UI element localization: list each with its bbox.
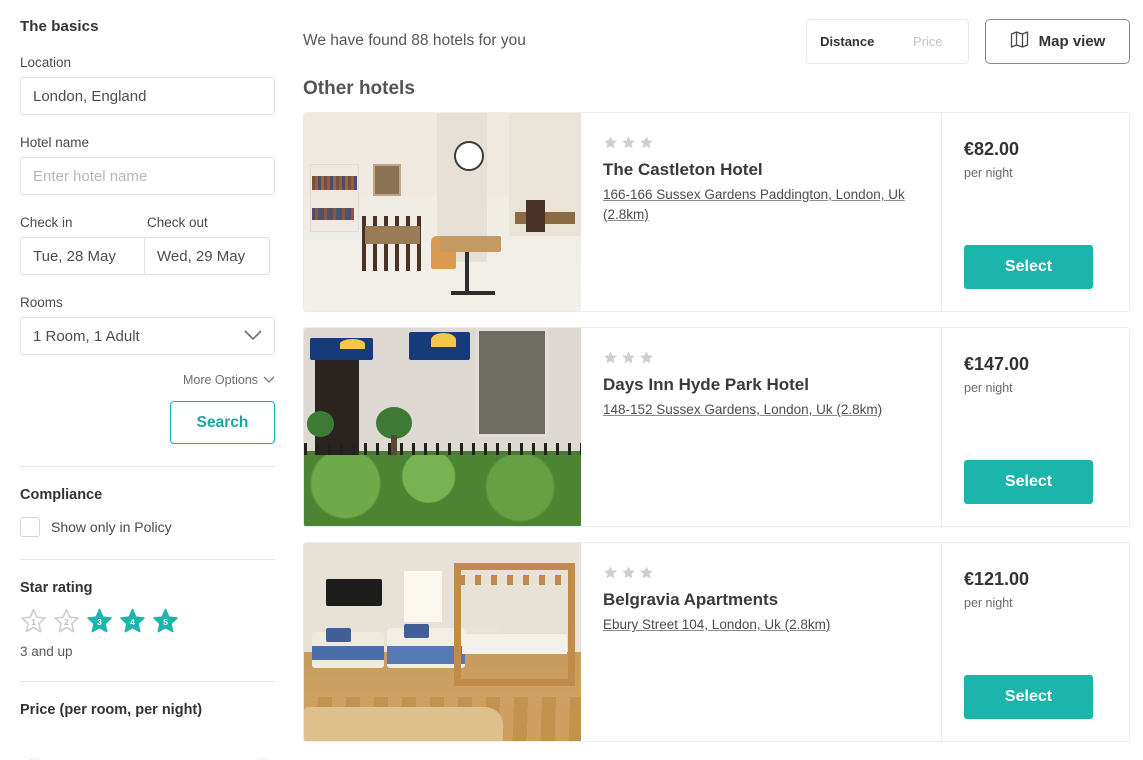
- sort-option-distance[interactable]: Distance: [807, 34, 888, 49]
- star-rating-caption: 3 and up: [20, 644, 73, 659]
- check-in-input[interactable]: Tue, 28 May: [20, 237, 146, 275]
- days-inn-building-exterior-image: [304, 328, 581, 526]
- star-rating-title: Star rating: [20, 580, 93, 596]
- hotel-name: The Castleton Hotel: [603, 160, 763, 179]
- hotel-price-panel: €121.00 per night Select: [941, 543, 1129, 741]
- price-range-slider[interactable]: [20, 746, 275, 760]
- more-options-label: More Options: [182, 373, 258, 387]
- sort-toggle-group[interactable]: Distance Price: [806, 18, 969, 64]
- hotel-dining-room-interior-image: [304, 113, 581, 311]
- star-icon: [639, 350, 654, 370]
- location-label: Location: [20, 55, 72, 70]
- hotel-price-panel: €147.00 per night Select: [941, 328, 1129, 526]
- hotel-price-unit: per night: [964, 381, 1013, 395]
- hotel-price: €121.00: [964, 569, 1030, 589]
- hotel-info: Days Inn Hyde Park Hotel 148-152 Sussex …: [581, 328, 941, 526]
- hotel-address-link[interactable]: Ebury Street 104, London, Uk (2.8km): [603, 615, 830, 635]
- show-only-in-policy-label: Show only in Policy: [51, 519, 172, 535]
- hotel-price-panel: €82.00 per night Select: [941, 113, 1129, 311]
- chevron-down-icon: [244, 328, 262, 345]
- hotel-card[interactable]: The Castleton Hotel 166-166 Sussex Garde…: [303, 112, 1130, 312]
- hotel-photo: [304, 328, 581, 526]
- star-icon: [639, 135, 654, 155]
- star-icon: [621, 565, 636, 585]
- divider-price: [20, 681, 275, 682]
- filters-sidebar: The basics Location Hotel name Check in …: [0, 0, 290, 760]
- star-icon: [603, 350, 618, 370]
- select-button[interactable]: Select: [964, 245, 1093, 289]
- svg-text:1: 1: [31, 617, 36, 627]
- divider-star-rating: [20, 559, 275, 560]
- svg-text:3: 3: [97, 617, 102, 627]
- hotel-price: €147.00: [964, 354, 1030, 374]
- star-filter-1-icon[interactable]: 1: [20, 608, 47, 634]
- map-view-button[interactable]: Map view: [985, 18, 1130, 64]
- svg-text:5: 5: [163, 617, 168, 627]
- hotel-star-rating: [603, 135, 941, 155]
- select-button[interactable]: Select: [964, 460, 1093, 504]
- date-inputs-row: Tue, 28 May Wed, 29 May: [20, 237, 270, 275]
- hotel-price-unit: per night: [964, 166, 1013, 180]
- hotel-photo: [304, 113, 581, 311]
- select-button[interactable]: Select: [964, 675, 1093, 719]
- sort-option-price[interactable]: Price: [888, 34, 969, 49]
- svg-text:2: 2: [64, 617, 69, 627]
- hotel-card[interactable]: Belgravia Apartments Ebury Street 104, L…: [303, 542, 1130, 742]
- date-labels-row: Check in Check out: [20, 215, 270, 237]
- results-toolbar: We have found 88 hotels for you Distance…: [303, 0, 1130, 64]
- more-options-toggle[interactable]: More Options: [20, 373, 275, 387]
- star-icon: [639, 565, 654, 585]
- results-count-text: We have found 88 hotels for you: [303, 32, 526, 49]
- map-view-label: Map view: [1038, 32, 1106, 50]
- divider-compliance: [20, 466, 275, 467]
- bedroom-with-bunk-beds-image: [304, 543, 581, 741]
- hotel-info: The Castleton Hotel 166-166 Sussex Garde…: [581, 113, 941, 311]
- show-only-in-policy-checkbox[interactable]: [20, 517, 40, 537]
- star-filter-4-icon[interactable]: 4: [119, 608, 146, 634]
- compliance-title: Compliance: [20, 487, 103, 503]
- rooms-select[interactable]: 1 Room, 1 Adult: [20, 317, 275, 355]
- section-title: Other hotels: [303, 78, 415, 99]
- map-folded-icon: [1010, 30, 1029, 53]
- hotel-price-unit: per night: [964, 596, 1013, 610]
- search-button[interactable]: Search: [170, 401, 275, 444]
- hotel-name-input[interactable]: [20, 157, 275, 195]
- hotel-info: Belgravia Apartments Ebury Street 104, L…: [581, 543, 941, 741]
- star-icon: [621, 350, 636, 370]
- star-icon: [603, 565, 618, 585]
- check-out-input[interactable]: Wed, 29 May: [145, 237, 270, 275]
- check-out-label: Check out: [147, 215, 208, 230]
- search-button-wrapper: Search: [20, 401, 275, 444]
- sidebar-title: The basics: [20, 18, 99, 35]
- hotel-name: Belgravia Apartments: [603, 590, 779, 609]
- star-filter-3-icon[interactable]: 3: [86, 608, 113, 634]
- rooms-label: Rooms: [20, 295, 63, 310]
- chevron-down-small-icon: [263, 373, 275, 387]
- show-only-in-policy-row[interactable]: Show only in Policy: [20, 517, 270, 537]
- price-filter-title: Price (per room, per night): [20, 702, 203, 718]
- star-filter-5-icon[interactable]: 5: [152, 608, 179, 634]
- hotel-price: €82.00: [964, 139, 1020, 159]
- star-icon: [603, 135, 618, 155]
- star-rating-selector[interactable]: 1 2 3 4 5: [20, 608, 270, 634]
- check-in-label: Check in: [20, 215, 73, 230]
- hotel-star-rating: [603, 350, 941, 370]
- hotel-star-rating: [603, 565, 941, 585]
- hotel-name: Days Inn Hyde Park Hotel: [603, 375, 809, 394]
- rooms-select-value: 1 Room, 1 Adult: [33, 327, 140, 345]
- hotel-photo: [304, 543, 581, 741]
- location-input[interactable]: [20, 77, 275, 115]
- hotel-card[interactable]: Days Inn Hyde Park Hotel 148-152 Sussex …: [303, 327, 1130, 527]
- svg-text:4: 4: [130, 617, 135, 627]
- results-main: We have found 88 hotels for you Distance…: [290, 0, 1143, 760]
- hotel-search-page: The basics Location Hotel name Check in …: [0, 0, 1143, 760]
- hotel-address-link[interactable]: 148-152 Sussex Gardens, London, Uk (2.8k…: [603, 400, 882, 420]
- star-filter-2-icon[interactable]: 2: [53, 608, 80, 634]
- hotel-address-link[interactable]: 166-166 Sussex Gardens Paddington, Londo…: [603, 185, 933, 224]
- hotel-name-label: Hotel name: [20, 135, 90, 150]
- star-icon: [621, 135, 636, 155]
